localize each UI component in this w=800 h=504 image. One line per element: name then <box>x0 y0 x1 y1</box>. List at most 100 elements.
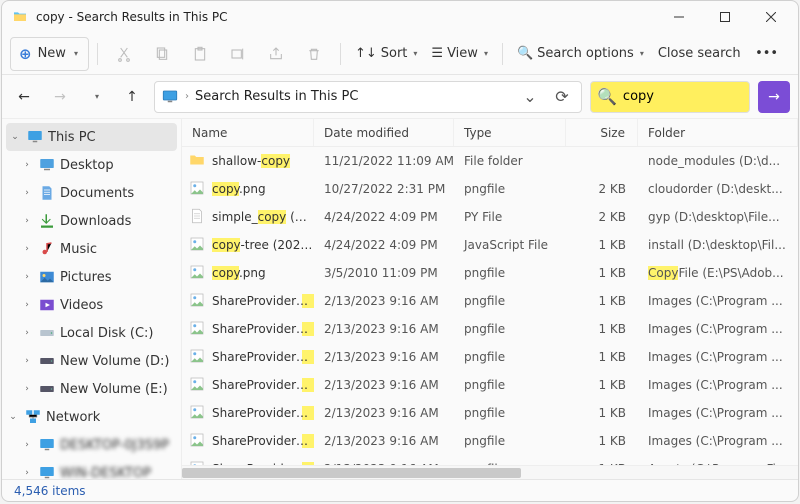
chevron-right-icon[interactable]: › <box>20 188 34 198</box>
table-row[interactable]: ShareProvider_CopyFil...2/13/2023 9:16 A… <box>182 399 798 427</box>
chevron-right-icon[interactable]: › <box>20 328 34 338</box>
file-type: pngfile <box>454 266 566 280</box>
tree-item[interactable]: ›Downloads <box>2 207 181 235</box>
file-name: ShareProvider_CopyLin... <box>212 322 314 336</box>
search-options-button[interactable]: 🔍 Search options ▾ <box>511 37 650 71</box>
file-folder: Images (C:\Program ... <box>638 322 798 336</box>
tree-item[interactable]: › Desktop <box>2 151 181 179</box>
copy-button[interactable] <box>144 37 180 71</box>
horizontal-scrollbar[interactable] <box>182 465 798 479</box>
cut-button[interactable] <box>106 37 142 71</box>
tree-item-label: Desktop <box>60 158 114 173</box>
back-button[interactable]: ← <box>10 83 38 111</box>
search-go-button[interactable]: → <box>758 81 790 113</box>
delete-button[interactable] <box>296 37 332 71</box>
chevron-right-icon[interactable]: › <box>20 440 34 450</box>
sort-button[interactable]: ↑↓ Sort ▾ <box>349 37 423 71</box>
navigation-pane[interactable]: ⌄This PC › Desktop › Documents ›Downloads›Mus… <box>2 119 182 479</box>
file-name: ShareProvider_CopyFil... <box>212 434 314 448</box>
column-name[interactable]: Name <box>182 119 314 146</box>
chevron-right-icon[interactable]: › <box>20 216 34 226</box>
tree-item[interactable]: › Local Disk (C:) <box>2 319 181 347</box>
minimize-button[interactable] <box>656 1 702 33</box>
tree-item[interactable]: › DESKTOP-0J3S9P <box>2 431 181 459</box>
chevron-right-icon[interactable]: › <box>20 160 34 170</box>
file-list: Name Date modified Type Size Folder shal… <box>182 119 798 479</box>
table-row[interactable]: copy-tree (2022_08_09 ...4/24/2022 4:09 … <box>182 231 798 259</box>
file-name: copy.png <box>212 266 266 280</box>
column-type[interactable]: Type <box>454 119 566 146</box>
table-row[interactable]: ShareProvider_CopyLin...2/13/2023 9:16 A… <box>182 315 798 343</box>
chevron-right-icon[interactable]: › <box>20 468 34 478</box>
share-button[interactable] <box>258 37 294 71</box>
tree-item[interactable]: ›Music <box>2 235 181 263</box>
chevron-right-icon[interactable]: › <box>20 244 34 254</box>
paste-button[interactable] <box>182 37 218 71</box>
scrollbar-thumb[interactable] <box>182 468 521 478</box>
rename-button[interactable] <box>220 37 256 71</box>
column-headers: Name Date modified Type Size Folder <box>182 119 798 147</box>
table-row[interactable]: ShareProvider_CopyFil...2/13/2023 9:16 A… <box>182 455 798 465</box>
column-size[interactable]: Size <box>566 119 638 146</box>
file-date: 4/24/2022 4:09 PM <box>314 210 454 224</box>
refresh-button[interactable]: ⟳ <box>549 84 575 110</box>
file-type: pngfile <box>454 378 566 392</box>
table-row[interactable]: copy.png10/27/2022 2:31 PMpngfile2 KBclo… <box>182 175 798 203</box>
forward-button[interactable]: → <box>46 83 74 111</box>
toolbar: ⊕ New ▾ ↑↓ Sort ▾ ☰ View ▾ 🔍 Search opti… <box>2 33 798 75</box>
breadcrumb[interactable]: Search Results in This PC <box>195 89 358 104</box>
address-box[interactable]: › Search Results in This PC ⌄ ⟳ <box>154 81 582 113</box>
videos-icon <box>38 296 56 314</box>
tree-item[interactable]: ⌄This PC <box>6 123 177 151</box>
file-type: JavaScript File <box>454 238 566 252</box>
tree-item[interactable]: ›WIN-DESKTOP <box>2 459 181 479</box>
tree-item[interactable]: ›New Volume (E:) <box>2 375 181 403</box>
maximize-button[interactable] <box>702 1 748 33</box>
chevron-down-icon[interactable]: ⌄ <box>8 132 22 142</box>
view-button[interactable]: ☰ View ▾ <box>425 37 494 71</box>
chevron-down-icon[interactable]: ⌄ <box>6 412 20 422</box>
tree-item[interactable]: ›Videos <box>2 291 181 319</box>
doc-icon <box>38 184 56 202</box>
column-date[interactable]: Date modified <box>314 119 454 146</box>
address-bar-row: ← → ▾ ↑ › Search Results in This PC ⌄ ⟳ … <box>2 75 798 119</box>
close-search-button[interactable]: Close search <box>652 37 747 71</box>
table-row[interactable]: ShareProvider_CopyLin...2/13/2023 9:16 A… <box>182 343 798 371</box>
table-row[interactable]: copy.png3/5/2010 11:09 PMpngfile1 KBCopy… <box>182 259 798 287</box>
history-dropdown-button[interactable]: ⌄ <box>517 84 543 110</box>
tree-item[interactable]: ›New Volume (D:) <box>2 347 181 375</box>
file-folder: Images (C:\Program ... <box>638 378 798 392</box>
chevron-right-icon[interactable]: › <box>20 384 34 394</box>
file-folder: Images (C:\Program ... <box>638 406 798 420</box>
tree-item-label: DESKTOP-0J3S9P <box>60 438 169 453</box>
tree-item[interactable]: ⌄Network <box>2 403 181 431</box>
tree-item-label: Documents <box>60 186 134 201</box>
more-button[interactable]: ••• <box>749 37 785 71</box>
recent-button[interactable]: ▾ <box>82 83 110 111</box>
status-bar: 4,546 items <box>2 479 798 501</box>
file-folder: Images (C:\Program ... <box>638 294 798 308</box>
table-row[interactable]: simple_copy (2022_08_...4/24/2022 4:09 P… <box>182 203 798 231</box>
up-button[interactable]: ↑ <box>118 83 146 111</box>
file-type: pngfile <box>454 434 566 448</box>
file-size: 1 KB <box>566 294 638 308</box>
column-folder[interactable]: Folder <box>638 119 798 146</box>
chevron-right-icon[interactable]: › <box>20 356 34 366</box>
new-button[interactable]: ⊕ New ▾ <box>10 37 89 71</box>
search-box[interactable]: 🔍 ✕ <box>590 81 750 113</box>
tree-item-label: Local Disk (C:) <box>60 326 153 341</box>
rows-container: shallow-copy11/21/2022 11:09 AMFile fold… <box>182 147 798 465</box>
image-icon <box>188 431 206 452</box>
table-row[interactable]: ShareProvider_CopyLin...2/13/2023 9:16 A… <box>182 287 798 315</box>
table-row[interactable]: shallow-copy11/21/2022 11:09 AMFile fold… <box>182 147 798 175</box>
tree-item[interactable]: ›Pictures <box>2 263 181 291</box>
table-row[interactable]: ShareProvider_CopyFil...2/13/2023 9:16 A… <box>182 427 798 455</box>
file-name: ShareProvider_CopyLin... <box>212 294 314 308</box>
chevron-right-icon[interactable]: › <box>20 272 34 282</box>
file-date: 2/13/2023 9:16 AM <box>314 322 454 336</box>
chevron-right-icon[interactable]: › <box>20 300 34 310</box>
tree-item[interactable]: › Documents <box>2 179 181 207</box>
table-row[interactable]: ShareProvider_CopyFil...2/13/2023 9:16 A… <box>182 371 798 399</box>
close-button[interactable] <box>748 1 794 33</box>
file-name: copy.png <box>212 182 266 196</box>
